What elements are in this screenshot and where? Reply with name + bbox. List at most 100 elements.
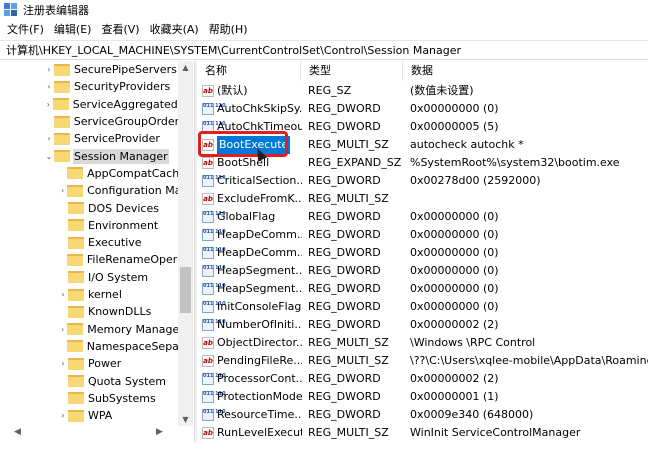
tree-item[interactable]: NamespaceSepara — [0, 338, 178, 355]
tree-item[interactable]: DOS Devices — [0, 199, 178, 216]
tree-item[interactable]: ServiceGroupOrder — [0, 113, 178, 130]
tree-item[interactable]: ⌄ Session Manager — [0, 148, 178, 165]
value-type: REG_MULTI_SZ — [308, 192, 389, 205]
scroll-left-arrow-icon[interactable]: ◀ — [14, 427, 21, 437]
value-type: REG_DWORD — [308, 318, 381, 331]
tree-item[interactable]: SubSystems — [0, 390, 178, 407]
tree-item[interactable]: › SecurityProviders — [0, 78, 178, 95]
scroll-up-arrow-icon[interactable]: ▲ — [178, 63, 193, 72]
annotation-highlight-box — [198, 131, 288, 157]
value-row[interactable]: 011 110 HeapDeComm... REG_DWORD 0x00000000 … — [197, 226, 648, 244]
tree-item[interactable]: FileRenameOperat — [0, 251, 178, 268]
value-row[interactable]: ab PendingFileRe... REG_MULTI_SZ \??\C:\Use… — [197, 352, 648, 370]
expand-chevron-icon[interactable]: › — [44, 134, 54, 143]
value-row[interactable]: 011 110 InitConsoleFlags REG_DWORD 0x000000… — [197, 298, 648, 316]
value-row[interactable]: ab ObjectDirector... REG_MULTI_SZ \Windows … — [197, 334, 648, 352]
registry-editor-icon — [4, 3, 18, 17]
expand-chevron-icon[interactable]: › — [58, 186, 67, 195]
menu-favorites[interactable]: 收藏夹(A) — [145, 20, 204, 40]
address-bar[interactable]: 计算机\HKEY_LOCAL_MACHINE\SYSTEM\CurrentCon… — [0, 40, 648, 60]
expand-chevron-icon[interactable]: › — [44, 100, 53, 109]
column-data[interactable]: 数据 — [403, 61, 648, 81]
value-row[interactable]: 011 110 ProcessorCont... REG_DWORD 0x000000… — [197, 370, 648, 388]
value-row[interactable]: ab (默认) REG_SZ (数值未设置) — [197, 82, 648, 100]
tree-item[interactable]: › ServiceAggregatedEv — [0, 96, 178, 113]
list-header: 名称 类型 数据 — [197, 61, 648, 81]
column-type[interactable]: 类型 — [301, 61, 403, 81]
menu-view[interactable]: 查看(V) — [96, 20, 144, 40]
folder-icon — [67, 184, 84, 197]
value-type: REG_DWORD — [308, 120, 381, 133]
scroll-right-arrow-icon[interactable]: ▶ — [156, 427, 163, 437]
tree-scroll-thumb[interactable] — [180, 267, 191, 313]
tree-item[interactable]: › Memory Manager — [0, 321, 178, 338]
tree-item-label: SecurityProviders — [74, 80, 171, 94]
value-row[interactable]: 011 110 CriticalSection... REG_DWORD 0x0027… — [197, 172, 648, 190]
value-type: REG_EXPAND_SZ — [308, 156, 402, 169]
tree-horizontal-scrollbar[interactable]: ◀ ▶ — [0, 426, 194, 442]
value-type: REG_MULTI_SZ — [308, 336, 389, 349]
column-name[interactable]: 名称 — [197, 61, 301, 81]
tree-item[interactable]: › Configuration Mar — [0, 182, 178, 199]
value-name: PendingFileRe... — [217, 354, 302, 367]
value-data: 0x00000000 (0) — [410, 300, 499, 313]
value-row[interactable]: 011 110 ProtectionMode REG_DWORD 0x00000001… — [197, 388, 648, 406]
menu-edit[interactable]: 编辑(E) — [49, 20, 97, 40]
value-type: REG_DWORD — [308, 210, 381, 223]
value-row[interactable]: 011 110 HeapDeComm... REG_DWORD 0x00000000 … — [197, 244, 648, 262]
scroll-down-arrow-icon[interactable]: ▼ — [178, 415, 193, 424]
expand-chevron-icon[interactable]: › — [58, 359, 68, 368]
tree-item-label: DOS Devices — [88, 201, 159, 215]
value-row[interactable]: 011 110 ResourceTime... REG_DWORD 0x0009e34… — [197, 406, 648, 424]
value-type: REG_MULTI_SZ — [308, 426, 389, 439]
window-title: 注册表编辑器 — [23, 4, 89, 17]
tree-item[interactable]: › kernel — [0, 286, 178, 303]
expand-chevron-icon[interactable]: › — [58, 290, 68, 299]
tree-item[interactable]: Executive — [0, 234, 178, 251]
menu-file[interactable]: 文件(F) — [2, 20, 49, 40]
tree-item[interactable]: › WPA — [0, 407, 178, 424]
value-name: InitConsoleFlags — [217, 300, 302, 313]
value-data: WinInit ServiceControlManager — [410, 426, 581, 439]
tree-item[interactable]: KnownDLLs — [0, 303, 178, 320]
value-row[interactable]: 011 110 HeapSegment... REG_DWORD 0x00000000… — [197, 280, 648, 298]
value-row[interactable]: 011 110 AutoChkSkipSy... REG_DWORD 0x000000… — [197, 100, 648, 118]
value-data: 0x00000005 (5) — [410, 120, 499, 133]
tree-item[interactable]: Quota System — [0, 372, 178, 389]
expand-chevron-icon[interactable]: ⌄ — [44, 152, 54, 161]
tree-vertical-scrollbar[interactable]: ▲ ▼ — [178, 61, 193, 426]
value-row[interactable]: 011 110 GlobalFlag REG_DWORD 0x00000000 (0) — [197, 208, 648, 226]
value-data: autocheck autochk * — [410, 138, 524, 151]
value-name: (默认) — [217, 84, 248, 97]
value-row[interactable]: ab RunLevelExecute REG_MULTI_SZ WinInit Ser… — [197, 424, 648, 442]
folder-icon — [68, 375, 84, 388]
value-data: \??\C:\Users\xqlee-mobile\AppData\Roamin… — [410, 354, 648, 367]
expand-chevron-icon[interactable]: › — [44, 65, 54, 74]
tree-item[interactable]: I/O System — [0, 269, 178, 286]
string-value-icon: ab — [202, 337, 214, 349]
tree-item[interactable]: › Power — [0, 355, 178, 372]
expand-chevron-icon[interactable]: › — [58, 325, 67, 334]
expand-chevron-icon[interactable]: › — [44, 82, 54, 91]
value-data: 0x0009e340 (648000) — [410, 408, 534, 421]
key-tree[interactable]: › SecurePipeServers › SecurityProviders › Ser… — [0, 61, 194, 426]
tree-item[interactable]: AppCompatCache — [0, 165, 178, 182]
folder-icon — [67, 167, 84, 180]
tree-item-label: I/O System — [88, 270, 149, 284]
folder-icon — [54, 150, 70, 163]
tree-item[interactable]: › ServiceProvider — [0, 130, 178, 147]
values-list[interactable]: 名称 类型 数据 ab (默认) REG_SZ (数值未设置) 011 110 AutoC… — [197, 61, 648, 442]
value-name: HeapDeComm... — [217, 246, 302, 259]
menu-help[interactable]: 帮助(H) — [204, 20, 253, 40]
tree-item[interactable]: › SecurePipeServers — [0, 61, 178, 78]
tree-item-label: WPA — [88, 409, 113, 423]
address-path[interactable]: 计算机\HKEY_LOCAL_MACHINE\SYSTEM\CurrentCon… — [6, 42, 461, 58]
value-name-cell: 011 110 ResourceTime... — [202, 406, 302, 424]
value-row[interactable]: ab ExcludeFromK... REG_MULTI_SZ — [197, 190, 648, 208]
tree-item[interactable]: Environment — [0, 217, 178, 234]
expand-chevron-icon[interactable]: › — [58, 411, 68, 420]
tree-item-label: NamespaceSepara — [86, 339, 178, 353]
value-row[interactable]: 011 110 NumberOfIniti... REG_DWORD 0x000000… — [197, 316, 648, 334]
folder-icon — [68, 271, 84, 284]
value-row[interactable]: 011 110 HeapSegment... REG_DWORD 0x00000000… — [197, 262, 648, 280]
